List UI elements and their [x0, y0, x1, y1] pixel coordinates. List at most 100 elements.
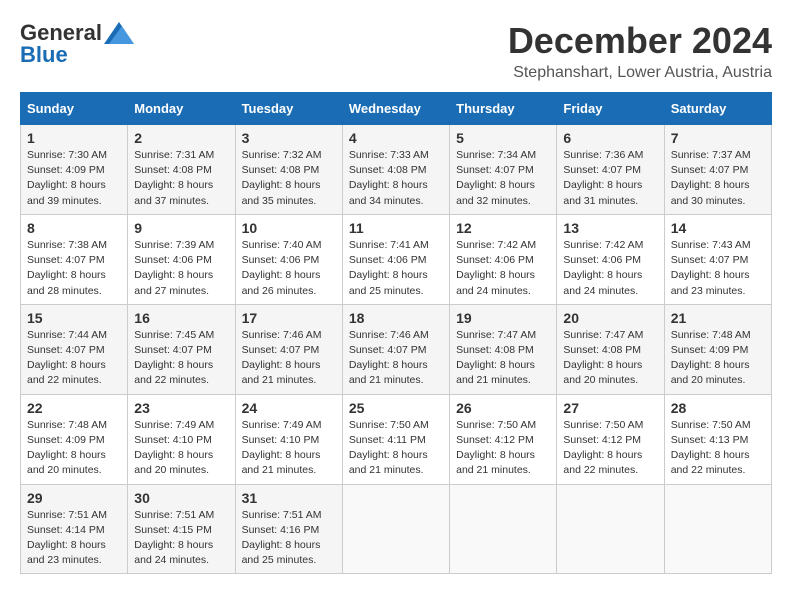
calendar-cell: 30 Sunrise: 7:51 AMSunset: 4:15 PMDayligh…	[128, 484, 235, 574]
calendar-week-row: 15 Sunrise: 7:44 AMSunset: 4:07 PMDayligh…	[21, 304, 772, 394]
calendar-cell: 3 Sunrise: 7:32 AMSunset: 4:08 PMDaylight…	[235, 125, 342, 215]
day-info: Sunrise: 7:42 AMSunset: 4:06 PMDaylight:…	[563, 238, 657, 299]
day-info: Sunrise: 7:39 AMSunset: 4:06 PMDaylight:…	[134, 238, 228, 299]
day-number: 14	[671, 220, 765, 236]
calendar-cell: 10Sunrise: 7:40 AMSunset: 4:06 PMDayligh…	[235, 214, 342, 304]
day-number: 1	[27, 130, 121, 146]
day-info: Sunrise: 7:47 AMSunset: 4:08 PMDaylight:…	[563, 328, 657, 389]
day-info: Sunrise: 7:45 AMSunset: 4:07 PMDaylight:…	[134, 328, 228, 389]
day-info: Sunrise: 7:47 AMSunset: 4:08 PMDaylight:…	[456, 328, 550, 389]
header-cell: Thursday	[450, 93, 557, 125]
calendar-cell: 23Sunrise: 7:49 AMSunset: 4:10 PMDayligh…	[128, 394, 235, 484]
calendar-cell: 15 Sunrise: 7:44 AMSunset: 4:07 PMDayligh…	[21, 304, 128, 394]
day-number: 20	[563, 310, 657, 326]
day-info: Sunrise: 7:49 AMSunset: 4:10 PMDaylight:…	[242, 418, 336, 479]
day-info: Sunrise: 7:48 AMSunset: 4:09 PMDaylight:…	[27, 418, 121, 479]
day-number: 28	[671, 400, 765, 416]
day-info: Sunrise: 7:36 AMSunset: 4:07 PMDaylight:…	[563, 148, 657, 209]
day-info: Sunrise: 7:31 AMSunset: 4:08 PMDaylight:…	[134, 148, 228, 209]
day-info: Sunrise: 7:46 AMSunset: 4:07 PMDaylight:…	[349, 328, 443, 389]
day-info: Sunrise: 7:38 AMSunset: 4:07 PMDaylight:…	[27, 238, 121, 299]
calendar-cell: 19Sunrise: 7:47 AMSunset: 4:08 PMDayligh…	[450, 304, 557, 394]
calendar-cell	[557, 484, 664, 574]
day-number: 5	[456, 130, 550, 146]
day-info: Sunrise: 7:32 AMSunset: 4:08 PMDaylight:…	[242, 148, 336, 209]
day-number: 4	[349, 130, 443, 146]
calendar-cell: 21 Sunrise: 7:48 AMSunset: 4:09 PMDayligh…	[664, 304, 771, 394]
calendar-cell: 27Sunrise: 7:50 AMSunset: 4:12 PMDayligh…	[557, 394, 664, 484]
logo-blue: Blue	[20, 42, 68, 68]
calendar-cell: 4Sunrise: 7:33 AMSunset: 4:08 PMDaylight…	[342, 125, 449, 215]
day-number: 11	[349, 220, 443, 236]
day-info: Sunrise: 7:50 AMSunset: 4:12 PMDaylight:…	[563, 418, 657, 479]
header-cell: Friday	[557, 93, 664, 125]
day-number: 3	[242, 130, 336, 146]
day-info: Sunrise: 7:41 AMSunset: 4:06 PMDaylight:…	[349, 238, 443, 299]
day-info: Sunrise: 7:44 AMSunset: 4:07 PMDaylight:…	[27, 328, 121, 389]
day-info: Sunrise: 7:48 AMSunset: 4:09 PMDaylight:…	[671, 328, 765, 389]
calendar-cell: 25 Sunrise: 7:50 AMSunset: 4:11 PMDayligh…	[342, 394, 449, 484]
calendar-cell: 17Sunrise: 7:46 AMSunset: 4:07 PMDayligh…	[235, 304, 342, 394]
day-number: 2	[134, 130, 228, 146]
calendar-cell: 24 Sunrise: 7:49 AMSunset: 4:10 PMDayligh…	[235, 394, 342, 484]
day-info: Sunrise: 7:34 AMSunset: 4:07 PMDaylight:…	[456, 148, 550, 209]
day-info: Sunrise: 7:42 AMSunset: 4:06 PMDaylight:…	[456, 238, 550, 299]
day-number: 26	[456, 400, 550, 416]
day-info: Sunrise: 7:51 AMSunset: 4:15 PMDaylight:…	[134, 508, 228, 569]
day-number: 18	[349, 310, 443, 326]
calendar-subtitle: Stephanshart, Lower Austria, Austria	[508, 64, 772, 82]
logo-icon	[104, 22, 134, 44]
day-info: Sunrise: 7:51 AMSunset: 4:14 PMDaylight:…	[27, 508, 121, 569]
day-number: 21	[671, 310, 765, 326]
calendar-cell: 5 Sunrise: 7:34 AMSunset: 4:07 PMDaylight…	[450, 125, 557, 215]
day-number: 31	[242, 490, 336, 506]
day-number: 9	[134, 220, 228, 236]
calendar-week-row: 29 Sunrise: 7:51 AMSunset: 4:14 PMDayligh…	[21, 484, 772, 574]
calendar-week-row: 1 Sunrise: 7:30 AMSunset: 4:09 PMDaylight…	[21, 125, 772, 215]
calendar-title: December 2024	[508, 20, 772, 62]
header-cell: Monday	[128, 93, 235, 125]
day-info: Sunrise: 7:46 AMSunset: 4:07 PMDaylight:…	[242, 328, 336, 389]
day-number: 25	[349, 400, 443, 416]
day-info: Sunrise: 7:49 AMSunset: 4:10 PMDaylight:…	[134, 418, 228, 479]
day-number: 6	[563, 130, 657, 146]
calendar-cell: 13 Sunrise: 7:42 AMSunset: 4:06 PMDayligh…	[557, 214, 664, 304]
calendar-cell: 16 Sunrise: 7:45 AMSunset: 4:07 PMDayligh…	[128, 304, 235, 394]
day-number: 30	[134, 490, 228, 506]
calendar-cell: 7Sunrise: 7:37 AMSunset: 4:07 PMDaylight…	[664, 125, 771, 215]
header-cell: Wednesday	[342, 93, 449, 125]
header-row: SundayMondayTuesdayWednesdayThursdayFrid…	[21, 93, 772, 125]
day-info: Sunrise: 7:50 AMSunset: 4:13 PMDaylight:…	[671, 418, 765, 479]
day-number: 29	[27, 490, 121, 506]
day-info: Sunrise: 7:43 AMSunset: 4:07 PMDaylight:…	[671, 238, 765, 299]
calendar-cell: 29 Sunrise: 7:51 AMSunset: 4:14 PMDayligh…	[21, 484, 128, 574]
day-number: 8	[27, 220, 121, 236]
calendar-cell: 12Sunrise: 7:42 AMSunset: 4:06 PMDayligh…	[450, 214, 557, 304]
day-info: Sunrise: 7:37 AMSunset: 4:07 PMDaylight:…	[671, 148, 765, 209]
calendar-cell: 26 Sunrise: 7:50 AMSunset: 4:12 PMDayligh…	[450, 394, 557, 484]
calendar-table: SundayMondayTuesdayWednesdayThursdayFrid…	[20, 92, 772, 574]
day-number: 16	[134, 310, 228, 326]
calendar-cell: 22Sunrise: 7:48 AMSunset: 4:09 PMDayligh…	[21, 394, 128, 484]
header-cell: Saturday	[664, 93, 771, 125]
title-section: December 2024 Stephanshart, Lower Austri…	[508, 20, 772, 82]
calendar-cell: 6 Sunrise: 7:36 AMSunset: 4:07 PMDaylight…	[557, 125, 664, 215]
day-info: Sunrise: 7:50 AMSunset: 4:12 PMDaylight:…	[456, 418, 550, 479]
calendar-week-row: 22Sunrise: 7:48 AMSunset: 4:09 PMDayligh…	[21, 394, 772, 484]
calendar-cell: 2 Sunrise: 7:31 AMSunset: 4:08 PMDaylight…	[128, 125, 235, 215]
calendar-week-row: 8 Sunrise: 7:38 AMSunset: 4:07 PMDaylight…	[21, 214, 772, 304]
day-info: Sunrise: 7:30 AMSunset: 4:09 PMDaylight:…	[27, 148, 121, 209]
day-number: 13	[563, 220, 657, 236]
day-number: 15	[27, 310, 121, 326]
logo: General Blue	[20, 20, 134, 68]
day-number: 24	[242, 400, 336, 416]
calendar-cell: 8 Sunrise: 7:38 AMSunset: 4:07 PMDaylight…	[21, 214, 128, 304]
calendar-cell	[664, 484, 771, 574]
calendar-cell: 18 Sunrise: 7:46 AMSunset: 4:07 PMDayligh…	[342, 304, 449, 394]
header-cell: Tuesday	[235, 93, 342, 125]
day-info: Sunrise: 7:50 AMSunset: 4:11 PMDaylight:…	[349, 418, 443, 479]
page-header: General Blue December 2024 Stephanshart,…	[20, 20, 772, 82]
calendar-cell: 20 Sunrise: 7:47 AMSunset: 4:08 PMDayligh…	[557, 304, 664, 394]
day-number: 10	[242, 220, 336, 236]
day-info: Sunrise: 7:51 AMSunset: 4:16 PMDaylight:…	[242, 508, 336, 569]
